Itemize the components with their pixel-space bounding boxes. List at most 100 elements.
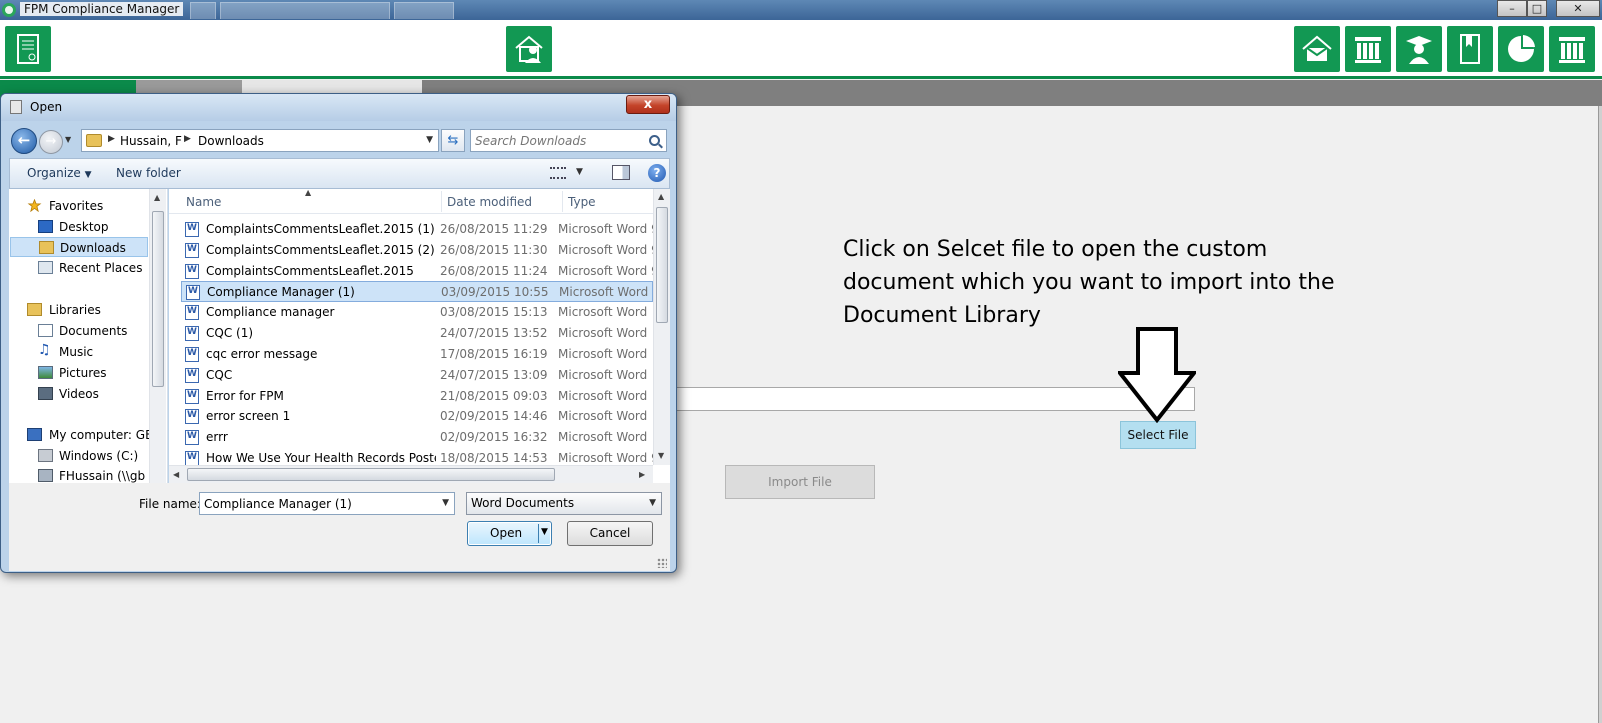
import-file-button[interactable]: Import File xyxy=(725,465,875,499)
file-type: Microsoft Word xyxy=(559,285,649,299)
minimize-button[interactable]: – xyxy=(1497,0,1527,17)
file-row[interactable]: cqc error message 17/08/2015 16:19 Micro… xyxy=(181,344,653,365)
nav-pictures[interactable]: Pictures xyxy=(9,363,149,383)
close-button[interactable]: ✕ xyxy=(1556,0,1600,17)
address-dropdown-chevron-icon[interactable]: ▼ xyxy=(426,135,433,145)
word-document-icon xyxy=(185,368,199,383)
file-name: CQC xyxy=(206,368,233,382)
open-options-chevron-icon[interactable]: ▼ xyxy=(541,527,548,537)
file-row[interactable]: Compliance manager 03/08/2015 15:13 Micr… xyxy=(181,302,653,323)
file-row[interactable]: CQC 24/07/2015 13:09 Microsoft Word xyxy=(181,365,653,386)
change-view-icon[interactable] xyxy=(550,167,566,179)
help-icon[interactable]: ? xyxy=(648,164,666,182)
resize-grip-icon[interactable] xyxy=(657,558,667,568)
videos-icon xyxy=(38,387,53,400)
file-name-combo[interactable]: ▼ xyxy=(199,492,455,515)
file-list-vertical-scrollbar[interactable]: ▲ ▼ xyxy=(653,189,670,465)
open-button[interactable]: Open ▼ xyxy=(467,521,552,546)
new-folder-button[interactable]: New folder xyxy=(116,166,181,180)
address-bar[interactable]: ▶ Hussain, F ▶ Downloads ▼ xyxy=(81,129,439,152)
column-header-date[interactable]: Date modified xyxy=(447,195,532,209)
nav-recent-places[interactable]: Recent Places xyxy=(9,258,149,278)
nav-libraries[interactable]: Libraries xyxy=(9,300,149,320)
file-name-input[interactable] xyxy=(204,496,429,511)
word-document-icon xyxy=(185,243,199,258)
file-row[interactable]: errr 02/09/2015 16:32 Microsoft Word xyxy=(181,427,653,448)
scroll-down-arrow-icon[interactable]: ▼ xyxy=(658,451,664,460)
document-button[interactable] xyxy=(5,26,51,72)
column-divider[interactable] xyxy=(441,191,442,212)
search-input[interactable] xyxy=(475,133,640,148)
word-document-icon xyxy=(185,347,199,362)
cancel-button[interactable]: Cancel xyxy=(567,521,653,546)
file-list-scroll-thumb[interactable] xyxy=(656,207,668,323)
word-document-icon xyxy=(185,326,199,341)
open-split-divider xyxy=(538,524,539,543)
file-path-input[interactable] xyxy=(660,387,1195,411)
nav-downloads[interactable]: Downloads xyxy=(10,237,148,257)
file-row[interactable]: CQC (1) 24/07/2015 13:52 Microsoft Word xyxy=(181,323,653,344)
dialog-close-button[interactable]: x xyxy=(626,95,670,114)
nav-my-computer[interactable]: My computer: GBR xyxy=(9,425,162,445)
books-button[interactable] xyxy=(1549,26,1595,72)
restore-button[interactable]: □ xyxy=(1527,0,1547,17)
column-header-type[interactable]: Type xyxy=(568,195,596,209)
word-document-icon xyxy=(185,389,199,404)
refresh-icon[interactable]: ⇆ xyxy=(441,129,465,152)
house-mail-icon xyxy=(1302,35,1332,61)
back-arrow-icon[interactable]: ← xyxy=(11,128,37,154)
select-file-button[interactable]: Select File xyxy=(1120,421,1196,449)
file-name-dropdown-chevron-icon[interactable]: ▼ xyxy=(442,498,449,508)
file-date: 21/08/2015 09:03 xyxy=(440,389,548,403)
house-mail-button[interactable] xyxy=(1294,26,1340,72)
forward-arrow-icon[interactable]: → xyxy=(39,130,63,154)
file-row-selected[interactable]: Compliance Manager (1) 03/09/2015 10:55 … xyxy=(181,281,653,302)
word-document-icon xyxy=(185,305,199,320)
preview-pane-icon[interactable] xyxy=(612,165,630,180)
file-row[interactable]: ComplaintsCommentsLeaflet.2015 (1) 26/08… xyxy=(181,219,653,240)
nav-favorites-label: Favorites xyxy=(49,199,104,213)
file-list-header: Name ▲ Date modified Type xyxy=(169,188,653,214)
scroll-up-arrow-icon[interactable]: ▲ xyxy=(154,193,160,202)
organize-menu[interactable]: Organize ▼ xyxy=(27,166,92,180)
library-button[interactable] xyxy=(1345,26,1391,72)
search-box[interactable] xyxy=(470,129,667,152)
navigation-scrollbar[interactable]: ▲ xyxy=(149,189,166,483)
scroll-up-arrow-icon[interactable]: ▲ xyxy=(658,192,664,201)
file-list-horizontal-scrollbar[interactable]: ◀ ▶ xyxy=(169,465,653,483)
graduate-button[interactable] xyxy=(1396,26,1442,72)
file-row[interactable]: error screen 1 02/09/2015 14:46 Microsof… xyxy=(181,406,653,427)
file-row[interactable]: How We Use Your Health Records Poster...… xyxy=(181,448,653,465)
column-divider[interactable] xyxy=(562,191,563,212)
view-options-chevron-icon[interactable]: ▼ xyxy=(576,167,583,177)
background-tab xyxy=(394,2,454,19)
home-user-button[interactable] xyxy=(506,26,552,72)
file-list-horizontal-thumb[interactable] xyxy=(187,468,555,481)
scroll-left-arrow-icon[interactable]: ◀ xyxy=(173,470,179,479)
file-row[interactable]: ComplaintsCommentsLeaflet.2015 (2) 26/08… xyxy=(181,240,653,261)
search-icon[interactable] xyxy=(649,135,660,146)
bookmark-button[interactable] xyxy=(1447,26,1493,72)
file-row[interactable]: Error for FPM 21/08/2015 09:03 Microsoft… xyxy=(181,386,653,407)
app-logo-icon xyxy=(2,3,16,17)
pie-chart-button[interactable] xyxy=(1498,26,1544,72)
breadcrumb-user[interactable]: Hussain, F xyxy=(120,134,182,148)
nav-favorites[interactable]: Favorites xyxy=(9,196,149,216)
nav-my-computer-label: My computer: GBR xyxy=(49,428,162,442)
navigation-scroll-thumb[interactable] xyxy=(152,211,164,387)
nav-videos[interactable]: Videos xyxy=(9,384,149,404)
file-name: ComplaintsCommentsLeaflet.2015 xyxy=(206,264,414,278)
file-row[interactable]: ComplaintsCommentsLeaflet.2015 26/08/201… xyxy=(181,261,653,282)
column-header-name[interactable]: Name xyxy=(186,195,221,209)
word-document-icon xyxy=(185,264,199,279)
nav-music[interactable]: ♫ Music xyxy=(9,342,149,362)
scroll-right-arrow-icon[interactable]: ▶ xyxy=(639,470,645,479)
file-type-select[interactable]: Word Documents ▼ xyxy=(466,492,662,515)
nav-documents[interactable]: Documents xyxy=(9,321,149,341)
recent-locations-chevron-icon[interactable]: ▼ xyxy=(65,135,71,144)
nav-desktop[interactable]: Desktop xyxy=(9,217,149,237)
breadcrumb-downloads[interactable]: Downloads xyxy=(198,134,264,148)
nav-windows-c[interactable]: Windows (C:) xyxy=(9,446,149,466)
bookmark-icon xyxy=(1460,34,1480,64)
navigation-pane: Favorites Desktop Downloads Recent Place… xyxy=(9,189,168,483)
